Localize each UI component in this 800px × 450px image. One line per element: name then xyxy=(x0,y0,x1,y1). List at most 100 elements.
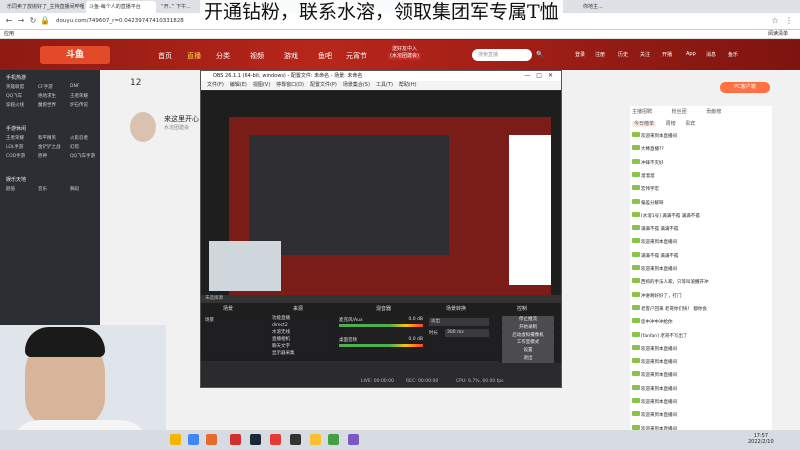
menu-icon[interactable]: ⋮ xyxy=(784,16,794,26)
url-field[interactable]: douyu.com/749607_r=0.04239747410331828 xyxy=(56,15,184,28)
nav-category[interactable]: 分类 xyxy=(216,51,230,61)
sidebar-item[interactable]: 英雄联盟 xyxy=(6,84,24,90)
obs-menu-item[interactable]: 帮助(H) xyxy=(399,82,417,88)
nav-home[interactable]: 首页 xyxy=(158,51,172,61)
duration-input[interactable]: 300 ms xyxy=(445,329,489,337)
sidebar-item[interactable]: 王者荣耀 xyxy=(70,93,88,99)
tab-vip[interactable]: 贵宾 xyxy=(685,121,695,127)
host-avatar[interactable] xyxy=(130,112,156,142)
sidebar-item[interactable]: COD手游 xyxy=(6,153,25,159)
sidebar-item[interactable]: QQ飞车手游 xyxy=(70,153,95,159)
nav-festival[interactable]: 元宵节 xyxy=(346,51,367,61)
search-icon[interactable]: 🔍 xyxy=(536,51,543,58)
app-icon[interactable] xyxy=(328,434,339,445)
tab-week[interactable]: 周榜 xyxy=(666,121,676,127)
obs-control-button[interactable]: 停止推流 xyxy=(502,316,554,324)
obs-icon[interactable] xyxy=(290,434,301,445)
sidebar-item[interactable]: 金铲铲之战 xyxy=(38,144,61,150)
pc-client-button[interactable]: PC客户端 xyxy=(720,82,770,93)
scene-item[interactable]: 场景 xyxy=(203,315,267,325)
source-item[interactable]: 直播相机 xyxy=(269,336,335,343)
app-icon[interactable] xyxy=(270,434,281,445)
header-login[interactable]: 登录 xyxy=(575,51,585,58)
header-fun[interactable]: 鱼乐 xyxy=(728,51,738,58)
obs-control-button[interactable]: 启动虚拟摄像机 xyxy=(502,331,554,340)
steam-icon[interactable] xyxy=(250,434,261,445)
scenes-list[interactable]: 场景 xyxy=(203,315,267,359)
window-controls[interactable]: —□✕ xyxy=(524,71,559,81)
sidebar-item[interactable]: 穿越火线 xyxy=(6,102,24,108)
nested-capture xyxy=(249,135,449,255)
sidebar-item[interactable]: 炉石传说 xyxy=(70,102,88,108)
transition-select[interactable]: 淡出 xyxy=(429,318,489,326)
source-item[interactable]: 功能直播 xyxy=(269,315,335,322)
sidebar-item[interactable]: 和平精英 xyxy=(38,135,56,141)
source-item[interactable]: 显示器采集 xyxy=(269,350,335,357)
obs-menu-item[interactable]: 停靠窗口(D) xyxy=(276,82,304,88)
browser-tab[interactable]: 你地主... xyxy=(580,1,620,13)
obs-control-button[interactable]: 设置 xyxy=(502,347,554,356)
obs-control-button[interactable]: 开始录制 xyxy=(502,323,554,332)
tab-recruit[interactable]: 主播招聘 xyxy=(632,109,652,115)
forward-icon[interactable]: → xyxy=(16,16,26,26)
sidebar-item[interactable]: DNF xyxy=(70,84,79,89)
sources-list[interactable]: 功能直播 direct2 水溶无线 直播相机 聊天文字 显示器采集 xyxy=(269,315,335,359)
chrome-icon[interactable] xyxy=(188,434,199,445)
sidebar-item[interactable]: 魔兽世界 xyxy=(38,102,56,108)
system-clock[interactable]: 17:57 2022/2/10 xyxy=(748,433,774,445)
sidebar-item[interactable]: 幻塔 xyxy=(70,144,79,150)
sidebar-item[interactable]: 火影忍者 xyxy=(70,135,88,141)
header-app[interactable]: App xyxy=(686,51,696,57)
reload-icon[interactable]: ↻ xyxy=(28,16,38,26)
source-item[interactable]: 水溶无线 xyxy=(269,329,335,336)
folder-icon[interactable] xyxy=(310,434,321,445)
obs-menu-item[interactable]: 工具(T) xyxy=(376,82,393,88)
sidebar-item[interactable]: 绝地求生 xyxy=(38,93,56,99)
sidebar-item[interactable]: 王者荣耀 xyxy=(6,135,24,141)
obs-control-button[interactable]: 工作室模式 xyxy=(502,339,554,348)
sidebar-item[interactable]: 音乐 xyxy=(38,186,47,192)
sidebar-item[interactable]: CF手游 xyxy=(38,84,53,90)
obs-menu-item[interactable]: 配置文件(P) xyxy=(310,82,337,88)
source-item[interactable]: 聊天文字 xyxy=(269,343,335,350)
sidebar-item[interactable]: QQ飞车 xyxy=(6,93,22,99)
header-message[interactable]: 消息 xyxy=(706,51,716,58)
tab-contribution[interactable]: 贡献榜 xyxy=(706,109,721,115)
obs-control-button[interactable]: 退出 xyxy=(502,355,554,363)
obs-menu-item[interactable]: 视图(V) xyxy=(253,82,270,88)
app-icon[interactable] xyxy=(206,434,217,445)
obs-menu-item[interactable]: 文件(F) xyxy=(207,82,224,88)
nav-games[interactable]: 游戏 xyxy=(284,51,298,61)
browser-tab[interactable]: “开..” 下午... xyxy=(158,1,198,13)
header-follow[interactable]: 关注 xyxy=(640,51,650,58)
sidebar-item[interactable]: LOL手游 xyxy=(6,144,23,150)
tab-fans[interactable]: 粉丝团 xyxy=(672,109,687,115)
chat-message-text: 欢迎来到本直播间 xyxy=(641,413,677,419)
sidebar-item[interactable]: 舞蹈 xyxy=(70,186,79,192)
tab-today[interactable]: 今日榜单 xyxy=(632,121,657,127)
file-explorer-icon[interactable] xyxy=(170,434,181,445)
obs-menu-item[interactable]: 编辑(E) xyxy=(230,82,247,88)
douyu-icon[interactable] xyxy=(230,434,241,445)
obs-preview[interactable]: 未选择源 场景 来源 混音器 场景转换 控制 场景 功能直播 direct2 水溶无… xyxy=(201,91,561,363)
nav-fishbar[interactable]: 鱼吧 xyxy=(318,51,332,61)
sidebar-item[interactable]: 颜值 xyxy=(6,186,15,192)
sidebar-item[interactable]: 原神 xyxy=(38,153,47,159)
extensions-icon[interactable]: ☆ xyxy=(770,16,780,26)
bookmark-apps[interactable]: 应用 xyxy=(4,30,14,39)
search-input[interactable]: 搜索直播 xyxy=(472,49,532,61)
browser-tab[interactable]: 乐同卖了放抛好了_主持直播间哔哩哔 xyxy=(4,1,84,13)
follow-count: 12 xyxy=(130,78,142,88)
site-logo[interactable]: 斗鱼 xyxy=(40,46,110,64)
header-history[interactable]: 历史 xyxy=(618,51,628,58)
source-item[interactable]: direct2 xyxy=(269,322,335,329)
header-start-live[interactable]: 开播 xyxy=(662,51,672,58)
nav-live[interactable]: 直播 xyxy=(187,51,201,61)
browser-tab-active[interactable]: 斗鱼-每个人的直播平台 xyxy=(86,1,156,13)
reading-list[interactable]: 阅读清单 xyxy=(768,30,788,39)
back-icon[interactable]: ← xyxy=(4,16,14,26)
nav-video[interactable]: 视频 xyxy=(250,51,264,61)
header-register[interactable]: 注册 xyxy=(595,51,605,58)
obs-menu-item[interactable]: 场景集合(S) xyxy=(343,82,370,88)
app-icon[interactable] xyxy=(348,434,359,445)
